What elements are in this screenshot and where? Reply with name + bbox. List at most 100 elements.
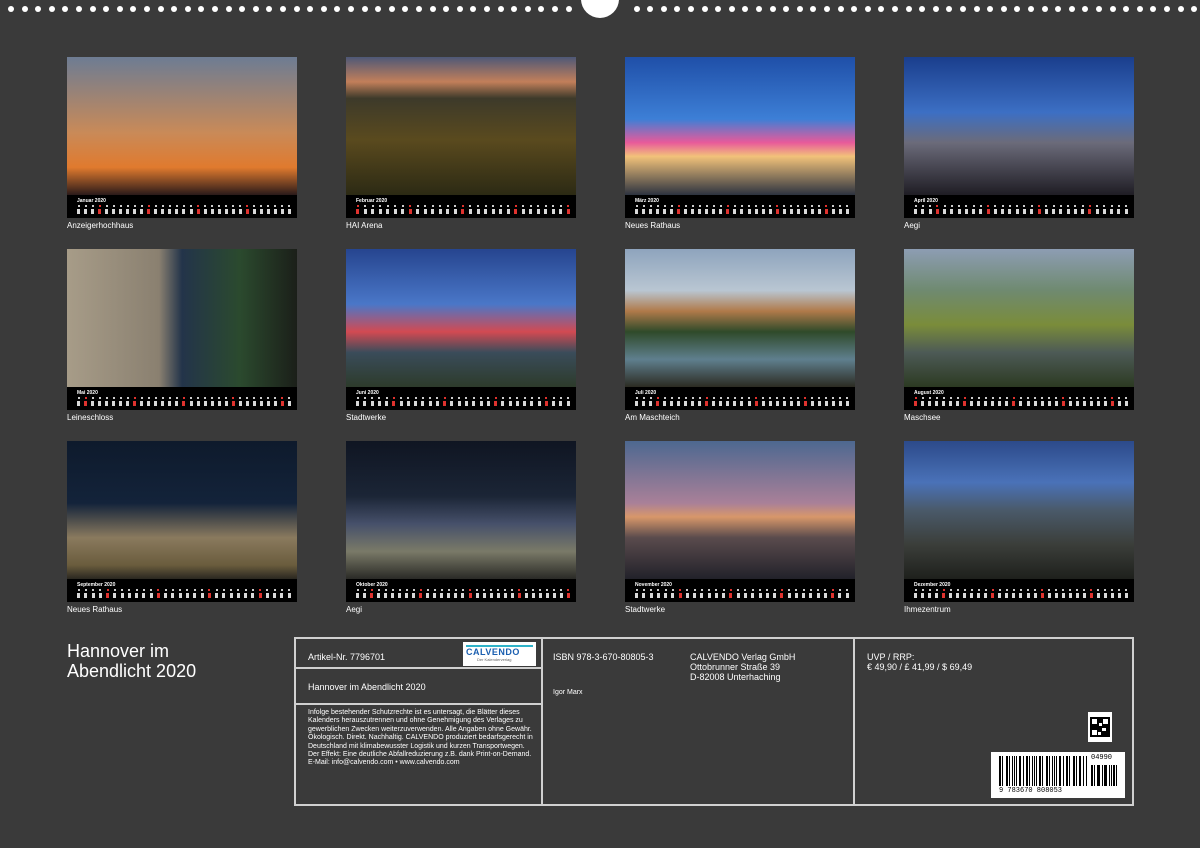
day-cell bbox=[229, 589, 233, 599]
day-cell bbox=[113, 589, 117, 599]
day-cell bbox=[482, 589, 486, 599]
calendar-name: Hannover im Abendlicht 2020 bbox=[308, 682, 426, 692]
binding-hole bbox=[1109, 6, 1116, 12]
barcode-bars bbox=[999, 756, 1087, 786]
day-cell bbox=[391, 589, 395, 599]
binding-hole bbox=[198, 6, 205, 12]
day-cell bbox=[98, 589, 102, 599]
day-cell bbox=[768, 397, 772, 407]
day-cell bbox=[802, 589, 806, 599]
day-cell bbox=[1124, 397, 1128, 407]
day-cell bbox=[729, 589, 733, 599]
day-cell bbox=[935, 589, 939, 599]
day-cell bbox=[831, 397, 835, 407]
calendar-title: Hannover im Abendlicht 2020 bbox=[67, 641, 196, 681]
day-cell bbox=[484, 205, 488, 215]
day-cell bbox=[1082, 397, 1086, 407]
binding-hole bbox=[987, 6, 994, 12]
day-cell bbox=[1103, 397, 1107, 407]
day-cell bbox=[773, 589, 777, 599]
day-cell bbox=[236, 589, 240, 599]
month-sheet: Juli 2020 Am Maschteich bbox=[625, 249, 855, 422]
photo-caption: Am Maschteich bbox=[625, 413, 680, 422]
day-cell bbox=[506, 205, 510, 215]
day-cell bbox=[1026, 397, 1030, 407]
day-cell bbox=[691, 205, 695, 215]
binding-hole bbox=[402, 6, 409, 12]
day-cell bbox=[91, 205, 95, 215]
day-cell bbox=[77, 397, 80, 407]
binding-hole bbox=[239, 6, 246, 12]
day-cell bbox=[238, 397, 242, 407]
day-cell bbox=[259, 205, 263, 215]
photo-caption: Ihmezentrum bbox=[904, 605, 951, 614]
barcode: 9 783670 808053 04990 bbox=[991, 752, 1125, 798]
month-photo bbox=[67, 249, 297, 387]
month-sheet: Mai 2020 Leineschloss bbox=[67, 249, 297, 422]
day-cell bbox=[363, 205, 367, 215]
day-cell bbox=[838, 397, 842, 407]
day-cell bbox=[677, 205, 681, 215]
photo-caption: Neues Rathaus bbox=[625, 221, 681, 230]
binding-hole bbox=[35, 6, 42, 12]
day-cell bbox=[251, 589, 255, 599]
day-cell bbox=[112, 205, 116, 215]
day-cell bbox=[149, 589, 153, 599]
day-cell bbox=[998, 397, 1002, 407]
day-cell bbox=[700, 589, 704, 599]
day-cell bbox=[491, 205, 495, 215]
binding-hole bbox=[8, 6, 14, 12]
day-cell bbox=[377, 397, 381, 407]
day-cell bbox=[991, 589, 995, 599]
month-photo bbox=[904, 441, 1134, 579]
day-cell bbox=[649, 205, 653, 215]
day-cell bbox=[1075, 397, 1079, 407]
day-cell bbox=[733, 205, 737, 215]
day-cell bbox=[280, 397, 284, 407]
day-cell bbox=[1005, 397, 1009, 407]
month-photo bbox=[625, 441, 855, 579]
day-cell bbox=[1040, 589, 1044, 599]
month-sheet: Februar 2020 HAI Arena bbox=[346, 57, 576, 230]
day-cell bbox=[993, 205, 997, 215]
day-cell bbox=[1008, 205, 1012, 215]
day-cell bbox=[287, 397, 291, 407]
month-sheet: Januar 2020 Anzeigerhochhaus bbox=[67, 57, 297, 230]
day-cell bbox=[649, 589, 653, 599]
calendar-strip: September 2020 bbox=[67, 579, 297, 602]
day-cell bbox=[1089, 589, 1093, 599]
day-cell bbox=[551, 205, 555, 215]
day-cell bbox=[780, 589, 784, 599]
day-cell bbox=[450, 397, 454, 407]
month-sheet: Juni 2020 Stadtwerke bbox=[346, 249, 576, 422]
day-cell bbox=[258, 589, 262, 599]
binding-hole bbox=[878, 6, 885, 12]
day-cell bbox=[831, 589, 835, 599]
day-cell bbox=[168, 397, 172, 407]
day-cell bbox=[736, 589, 740, 599]
day-cell bbox=[698, 205, 702, 215]
imprint-divider bbox=[541, 639, 543, 804]
binding-hole bbox=[48, 6, 55, 12]
day-cell bbox=[949, 397, 953, 407]
binding-hole bbox=[1068, 6, 1075, 12]
day-cell bbox=[1061, 589, 1065, 599]
day-cell bbox=[663, 397, 667, 407]
day-cell bbox=[156, 589, 160, 599]
binding-hole bbox=[1164, 6, 1170, 12]
day-cell bbox=[545, 589, 549, 599]
day-cell bbox=[245, 397, 249, 407]
day-cell bbox=[775, 205, 779, 215]
binding-hole bbox=[361, 6, 368, 12]
day-cell bbox=[147, 205, 151, 215]
day-row bbox=[635, 397, 849, 407]
day-cell bbox=[635, 589, 638, 599]
day-cell bbox=[964, 205, 968, 215]
day-cell bbox=[649, 397, 653, 407]
photo-caption: Leineschloss bbox=[67, 413, 114, 422]
day-cell bbox=[1044, 205, 1048, 215]
day-cell bbox=[468, 205, 472, 215]
day-cell bbox=[499, 205, 503, 215]
calendar-strip: März 2020 bbox=[625, 195, 855, 218]
day-cell bbox=[1082, 589, 1086, 599]
